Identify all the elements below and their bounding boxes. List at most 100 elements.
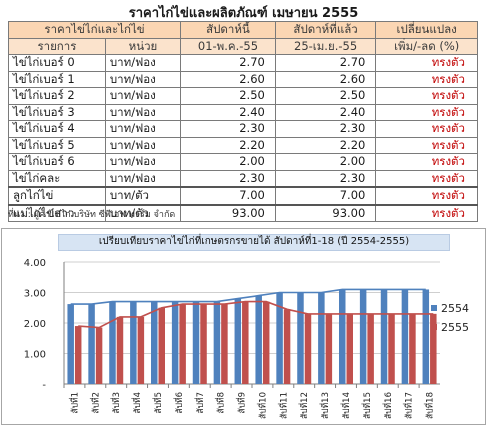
- chart-title: เปรียบเทียบราคาไข่ไก่ที่เกษตรกรขายได้ สั…: [98, 236, 410, 247]
- row-this-week: 2.30: [180, 120, 276, 138]
- x-tick-label: สัปที่4: [131, 392, 143, 414]
- row-unit: บาท/ฟอง: [104, 153, 182, 171]
- table-row: ไข่ไก่เบอร์ 4 บาท/ฟอง 2.30 2.30 ทรงตัว: [8, 120, 478, 138]
- table-header-row: ราคาไข่ไก่และไก่ไข่ สัปดาห์นี้ สัปดาห์ที…: [7, 21, 478, 39]
- row-change: ทรงตัว: [375, 169, 478, 188]
- row-last-week: 2.70: [274, 54, 377, 72]
- x-tick-label: สัปที่15: [361, 392, 373, 419]
- legend-label-2555: 2555: [441, 321, 469, 334]
- bar-2555: [304, 313, 312, 384]
- bar-2554: [318, 292, 325, 384]
- row-unit: บาท/ฟอง: [104, 136, 182, 154]
- bar-2555: [346, 313, 353, 384]
- bar-2554: [359, 289, 367, 384]
- row-change: ทรงตัว: [375, 70, 478, 88]
- bar-2554: [151, 301, 158, 384]
- row-change: ทรงตัว: [375, 54, 478, 72]
- row-last-week: 2.30: [274, 120, 377, 138]
- row-name: ไข่ไก่คละ: [8, 169, 106, 188]
- bar-2554: [276, 292, 283, 384]
- row-name: ไข่ไก่เบอร์ 5: [8, 136, 106, 154]
- row-this-week: 2.50: [180, 87, 276, 105]
- bar-2554: [67, 304, 74, 384]
- line-2555: [78, 300, 434, 329]
- table-subheader-last-date: 25-เม.ย.-55: [274, 37, 377, 55]
- line-2554: [70, 288, 426, 305]
- x-tick-label: สัปที่14: [340, 392, 352, 419]
- row-last-week: 2.40: [274, 103, 377, 121]
- row-unit: บาท/ฟอง: [104, 87, 182, 105]
- row-this-week: 2.20: [180, 136, 276, 154]
- bar-2555: [200, 304, 207, 384]
- x-tick-label: สัปที่3: [110, 392, 122, 414]
- row-last-week: 2.50: [274, 87, 377, 105]
- table-subheader-unit: หน่วย: [104, 37, 182, 55]
- bar-2554: [234, 298, 242, 384]
- row-unit: บาท/ฟอง: [104, 103, 182, 121]
- bar-2555: [283, 309, 291, 384]
- legend-swatch-2555: [431, 324, 437, 330]
- bar-2554: [130, 301, 137, 384]
- bar-2555: [116, 316, 124, 384]
- table-subheader-row: รายการ หน่วย 01-พ.ค.-55 25-เม.ย.-55 เพิ่…: [8, 37, 478, 55]
- source-note: ที่มา : ผู้ค้าไข่ไก่ บริษัท ซีพีเอฟ ฟาร์…: [8, 210, 176, 220]
- row-name: ไข่ไก่เบอร์ 0: [8, 54, 106, 72]
- table-header-items: ราคาไข่ไก่และไก่ไข่: [7, 21, 182, 39]
- row-this-week: 2.70: [180, 54, 276, 72]
- row-change: ทรงตัว: [375, 103, 478, 121]
- y-tick-label: -: [42, 380, 46, 391]
- bar-2555: [179, 304, 186, 384]
- row-change: ทรงตัว: [375, 87, 478, 105]
- table-subheader-item: รายการ: [8, 37, 106, 55]
- bar-2554: [213, 301, 221, 384]
- y-tick-label: 1.00: [24, 350, 46, 361]
- x-tick-label: สัปที่8: [215, 392, 227, 414]
- x-tick-label: สัปที่13: [319, 392, 331, 419]
- bar-2554: [422, 289, 430, 384]
- row-last-week: 93.00: [274, 203, 377, 222]
- table-row: ไข่ไก่เบอร์ 2 บาท/ฟอง 2.50 2.50 ทรงตัว: [8, 87, 478, 105]
- bar-2555: [242, 301, 249, 384]
- x-tick-label: สัปที่12: [298, 392, 310, 419]
- x-tick-label: สัปที่16: [382, 392, 394, 419]
- bar-2555: [262, 301, 270, 384]
- row-this-week: 2.00: [180, 153, 276, 171]
- row-name: ไข่ไก่เบอร์ 3: [8, 103, 106, 121]
- table-header-this-week: สัปดาห์นี้: [180, 21, 276, 39]
- row-change: ทรงตัว: [375, 186, 478, 205]
- table-subheader-this-date: 01-พ.ค.-55: [180, 37, 276, 55]
- bar-2554: [380, 289, 388, 384]
- row-last-week: 2.60: [274, 70, 377, 88]
- y-tick-label: 3.00: [24, 289, 46, 300]
- row-change: ทรงตัว: [375, 120, 478, 138]
- x-tick-label: สัปที่2: [89, 392, 101, 414]
- bar-2554: [171, 301, 179, 384]
- bar-2554: [255, 295, 262, 384]
- bar-2555: [74, 326, 82, 384]
- row-unit: บาท/ตัว: [104, 186, 182, 205]
- x-tick-label: สัปที่7: [194, 392, 206, 414]
- bar-2555: [367, 313, 374, 384]
- table-row: ลูกไก่ไข่ บาท/ตัว 7.00 7.00 ทรงตัว: [8, 186, 478, 205]
- table-row: ไข่ไก่เบอร์ 0 บาท/ฟอง 2.70 2.70 ทรงตัว: [8, 54, 478, 72]
- row-this-week: 7.00: [180, 186, 276, 205]
- row-this-week: 2.40: [180, 103, 276, 121]
- price-table: ราคาไข่ไก่และไก่ไข่ สัปดาห์นี้ สัปดาห์ที…: [7, 21, 478, 222]
- row-change: ทรงตัว: [375, 153, 478, 171]
- row-this-week: 2.60: [180, 70, 276, 88]
- row-unit: บาท/ฟอง: [104, 120, 182, 138]
- bar-2555: [430, 313, 437, 384]
- bar-2554: [297, 292, 304, 384]
- row-name: ไข่ไก่เบอร์ 1: [8, 70, 106, 88]
- bar-2555: [388, 313, 395, 384]
- row-this-week: 93.00: [180, 203, 276, 222]
- legend-label-2554: 2554: [441, 302, 469, 315]
- table-row: ไข่ไก่คละ บาท/ฟอง 2.30 2.30 ทรงตัว: [8, 169, 478, 188]
- page-title: ราคาไก่ไข่และผลิตภัณฑ์ เมษายน 2555: [128, 6, 359, 21]
- table-row: ไข่ไก่เบอร์ 1 บาท/ฟอง 2.60 2.60 ทรงตัว: [8, 70, 478, 88]
- row-name: ไข่ไก่เบอร์ 6: [8, 153, 106, 171]
- row-this-week: 2.30: [180, 169, 276, 188]
- chart-frame: [1, 228, 486, 425]
- row-name: ลูกไก่ไข่: [8, 186, 106, 205]
- table-header-change: เปลี่ยนแปลง: [375, 21, 478, 39]
